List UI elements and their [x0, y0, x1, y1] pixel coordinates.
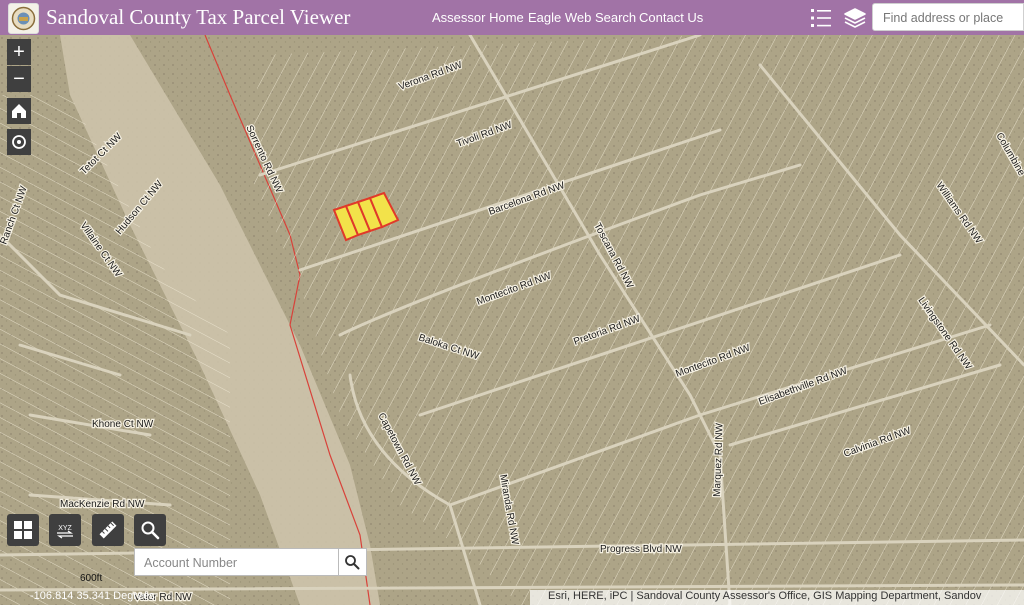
county-seal-logo	[8, 3, 39, 34]
account-number-input[interactable]	[135, 549, 338, 577]
search-tool-button[interactable]	[134, 514, 166, 546]
road-label: Progress Blvd NW	[600, 544, 682, 555]
zoom-out-button[interactable]: −	[7, 66, 31, 92]
road-label: MacKenzie Rd NW	[60, 499, 145, 510]
basemap-gallery-button[interactable]	[7, 514, 39, 546]
measure-icon	[99, 521, 117, 539]
road-label: Khone Ct NW	[92, 419, 154, 430]
address-search-field[interactable]	[872, 3, 1024, 31]
map-attribution: Esri, HERE, iPC | Sandoval County Assess…	[530, 590, 1024, 605]
search-icon	[141, 521, 160, 540]
basemap-gallery-icon	[14, 521, 32, 539]
app-header: Sandoval County Tax Parcel Viewer Assess…	[0, 0, 1024, 35]
attribution-text: Esri, HERE, iPC | Sandoval County Assess…	[548, 590, 982, 602]
home-icon	[12, 104, 26, 118]
eagle-web-search-link[interactable]: Eagle Web Search	[528, 10, 636, 25]
page-title: Sandoval County Tax Parcel Viewer	[46, 5, 351, 29]
locate-icon	[12, 135, 26, 149]
measure-button[interactable]	[92, 514, 124, 546]
account-number-search[interactable]	[134, 548, 367, 577]
search-icon	[345, 555, 360, 570]
svg-text:XYZ: XYZ	[58, 525, 72, 532]
coordinate-conversion-icon: XYZ	[57, 525, 73, 539]
map-view[interactable]: Verona Rd NW Tivoli Rd NW Barcelona Rd N…	[0, 35, 1024, 605]
address-search-input[interactable]	[881, 5, 1024, 31]
assessor-home-link[interactable]: Assessor Home	[432, 10, 524, 25]
coordinate-readout: -106.814 35.341 Degrees	[30, 590, 155, 602]
account-search-button[interactable]	[337, 549, 366, 575]
coordinate-conversion-button[interactable]: XYZ	[49, 514, 81, 546]
home-button[interactable]	[7, 98, 31, 124]
layers-icon[interactable]	[843, 6, 867, 30]
contact-us-link[interactable]: Contact Us	[639, 10, 703, 25]
zoom-in-button[interactable]: +	[7, 39, 31, 65]
scale-label: 600ft	[80, 573, 103, 584]
layer-list-icon[interactable]	[809, 6, 833, 30]
locate-button[interactable]	[7, 129, 31, 155]
